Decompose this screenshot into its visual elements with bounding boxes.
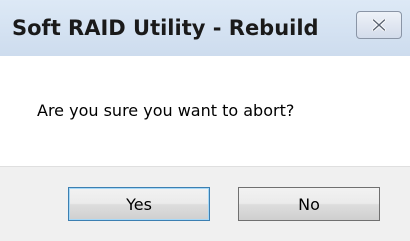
no-button[interactable]: No <box>238 187 380 221</box>
dialog-title: Soft RAID Utility - Rebuild <box>12 16 319 40</box>
dialog-window: Soft RAID Utility - Rebuild Are you sure… <box>0 0 410 241</box>
close-icon <box>372 19 386 31</box>
title-bar[interactable]: Soft RAID Utility - Rebuild <box>0 0 410 56</box>
button-bar: Yes No <box>0 166 410 241</box>
close-button[interactable] <box>356 11 402 39</box>
dialog-content: Are you sure you want to abort? <box>0 56 410 166</box>
dialog-message: Are you sure you want to abort? <box>37 101 295 120</box>
yes-button[interactable]: Yes <box>68 187 210 221</box>
